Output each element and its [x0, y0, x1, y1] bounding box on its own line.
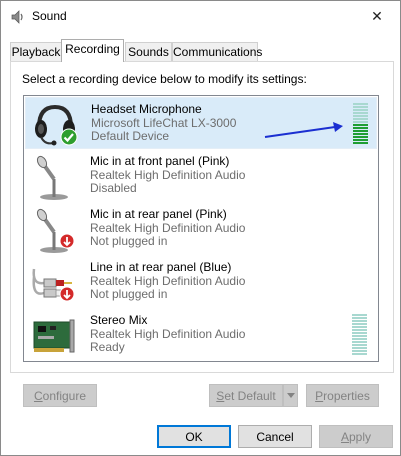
- device-description: Realtek High Definition Audio: [90, 326, 246, 341]
- close-icon: ✕: [371, 8, 383, 24]
- meter-segment: [352, 314, 367, 316]
- meter-segment: [353, 127, 368, 129]
- configure-label: onfigure: [42, 388, 87, 403]
- recording-panel: Select a recording device below to modif…: [10, 61, 394, 373]
- device-name: Headset Microphone: [91, 102, 202, 116]
- meter-segment: [353, 139, 368, 141]
- tab-communications[interactable]: Communications: [172, 42, 262, 62]
- microphone-icon: [36, 155, 68, 200]
- cancel-button[interactable]: Cancel: [238, 425, 312, 448]
- meter-segment: [353, 133, 368, 135]
- device-status: Ready: [90, 340, 125, 354]
- speaker-icon: [11, 10, 23, 24]
- apply-accel: A: [340, 429, 349, 444]
- instruction-text: Select a recording device below to modif…: [22, 72, 307, 86]
- meter-segment: [352, 350, 367, 352]
- device-text: Headset Microphone Microsoft LifeChat LX…: [91, 102, 237, 144]
- meter-segment: [353, 112, 368, 114]
- title-bar: Sound ✕: [1, 1, 400, 32]
- device-list[interactable]: Headset Microphone Microsoft LifeChat LX…: [23, 95, 379, 362]
- set-default-dropdown[interactable]: [283, 384, 298, 407]
- meter-segment: [353, 103, 368, 105]
- device-item-line-in[interactable]: Line in at rear panel (Blue) Realtek Hig…: [25, 256, 377, 308]
- pointer-arrow-icon: [264, 122, 343, 138]
- tab-strip: Playback Recording Sounds Communications: [10, 39, 394, 62]
- meter-segment: [353, 130, 368, 132]
- meter-segment: [352, 335, 367, 337]
- device-item-headset-microphone[interactable]: Headset Microphone Microsoft LifeChat LX…: [25, 97, 377, 149]
- level-meter: [353, 103, 368, 145]
- meter-segment: [352, 347, 367, 349]
- meter-segment: [353, 115, 368, 117]
- properties-button[interactable]: Properties: [306, 384, 379, 407]
- properties-label: roperties: [323, 388, 370, 403]
- meter-segment: [352, 329, 367, 331]
- device-description: Realtek High Definition Audio: [90, 273, 246, 288]
- device-item-mic-front[interactable]: Mic in at front panel (Pink) Realtek Hig…: [25, 150, 377, 202]
- set-default-label: et Default: [224, 388, 276, 403]
- apply-label: pply: [349, 429, 372, 444]
- unplugged-badge-icon: [59, 233, 75, 249]
- set-default-accel: S: [216, 388, 225, 403]
- device-text: Stereo Mix Realtek High Definition Audio…: [90, 313, 246, 355]
- meter-segment: [352, 338, 367, 340]
- close-button[interactable]: ✕: [354, 1, 400, 32]
- device-name: Mic in at front panel (Pink): [90, 154, 230, 168]
- device-text: Mic in at front panel (Pink) Realtek Hig…: [90, 154, 246, 196]
- tab-playback[interactable]: Playback: [10, 42, 62, 62]
- meter-segment: [352, 344, 367, 346]
- sound-dialog: Sound ✕ Playback Recording Sounds Commun…: [0, 0, 401, 456]
- default-check-badge-icon: [60, 128, 78, 146]
- level-meter: [352, 314, 367, 356]
- meter-segment: [353, 118, 368, 120]
- apply-button[interactable]: Apply: [319, 425, 393, 448]
- device-item-stereo-mix[interactable]: Stereo Mix Realtek High Definition Audio…: [25, 309, 377, 361]
- ok-button[interactable]: OK: [157, 425, 231, 448]
- meter-segment: [352, 353, 367, 355]
- device-description: Realtek High Definition Audio: [90, 167, 246, 182]
- chevron-down-icon: [286, 393, 295, 398]
- meter-segment: [353, 121, 368, 123]
- meter-segment: [352, 317, 367, 319]
- device-description: Microsoft LifeChat LX-3000: [91, 115, 237, 130]
- device-text: Mic in at rear panel (Pink) Realtek High…: [90, 207, 246, 249]
- window-title: Sound: [32, 9, 67, 23]
- meter-segment: [353, 109, 368, 111]
- unplugged-badge-icon: [59, 286, 75, 302]
- device-description: Realtek High Definition Audio: [90, 220, 246, 235]
- tab-recording[interactable]: Recording: [61, 39, 124, 62]
- meter-segment: [353, 124, 368, 126]
- device-status: Default Device: [91, 129, 170, 143]
- device-name: Stereo Mix: [90, 313, 148, 327]
- meter-segment: [353, 106, 368, 108]
- tab-sounds[interactable]: Sounds: [125, 42, 172, 62]
- meter-segment: [352, 320, 367, 322]
- properties-accel: P: [315, 388, 324, 403]
- device-text: Line in at rear panel (Blue) Realtek Hig…: [90, 260, 246, 302]
- meter-segment: [353, 136, 368, 138]
- configure-accel: C: [33, 388, 43, 403]
- device-name: Mic in at rear panel (Pink): [90, 207, 227, 221]
- meter-segment: [353, 142, 368, 144]
- meter-segment: [352, 332, 367, 334]
- sound-card-icon: [33, 319, 75, 353]
- device-status: Not plugged in: [90, 287, 168, 301]
- configure-button[interactable]: Configure: [23, 384, 97, 407]
- set-default-button[interactable]: Set Default: [209, 384, 283, 407]
- meter-segment: [352, 326, 367, 328]
- device-item-mic-rear[interactable]: Mic in at rear panel (Pink) Realtek High…: [25, 203, 377, 255]
- device-status: Disabled: [90, 181, 137, 195]
- device-name: Line in at rear panel (Blue): [90, 260, 232, 274]
- meter-segment: [352, 341, 367, 343]
- meter-segment: [352, 323, 367, 325]
- device-status: Not plugged in: [90, 234, 168, 248]
